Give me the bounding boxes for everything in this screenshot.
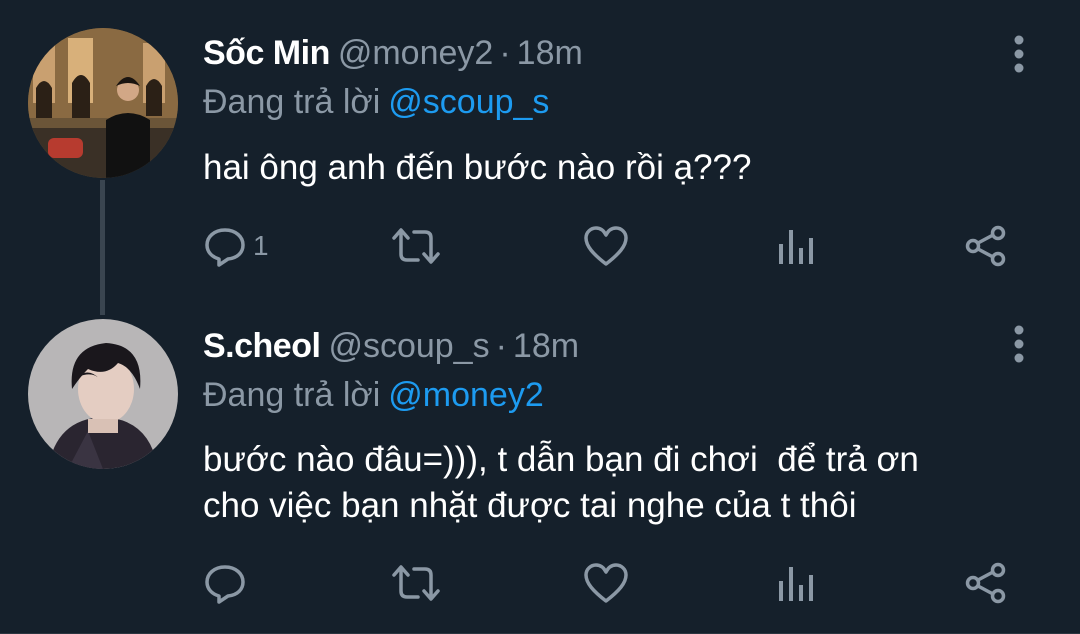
replying-to-link[interactable]: @scoup_s [388,83,549,121]
stats-icon [779,230,813,264]
timestamp[interactable]: 18m [517,34,583,72]
replying-to: Đang trả lời @scoup_s [203,80,549,124]
handle[interactable]: @scoup_s [328,327,489,365]
action-bar: 1 [0,218,1080,274]
stats-icon [779,567,813,601]
tweet-header: S.cheol @scoup_s · 18m [203,323,579,369]
replying-to-label: Đang trả lời [203,376,381,414]
share-button[interactable] [964,555,1008,611]
share-icon [965,225,1006,267]
reply-button[interactable] [203,555,253,611]
tweet[interactable]: S.cheol @scoup_s · 18m Đang trả lời @money2 … [0,315,1080,634]
tweet-text: hai ông anh đến bước nào rồi ạ??? [203,148,752,187]
reply-icon [205,565,245,604]
avatar[interactable] [28,319,178,469]
more-icon [1014,325,1024,363]
reply-button[interactable]: 1 [203,218,269,274]
more-button[interactable] [1005,320,1033,368]
avatar[interactable] [28,28,178,178]
like-icon [584,563,628,603]
analytics-button[interactable] [775,555,815,611]
separator: · [495,327,507,365]
retweet-icon [392,565,440,601]
display-name[interactable]: Sốc Min [203,34,330,72]
share-icon [965,562,1006,604]
replying-to: Đang trả lời @money2 [203,373,544,417]
separator: · [499,34,511,72]
like-icon [584,226,628,266]
retweet-button[interactable] [388,218,444,274]
timestamp[interactable]: 18m [513,327,579,365]
more-button[interactable] [1005,30,1033,78]
reply-count: 1 [253,230,269,261]
replying-to-link[interactable]: @money2 [388,376,543,414]
retweet-icon [392,228,440,264]
replying-to-label: Đang trả lời [203,83,381,121]
handle[interactable]: @money2 [338,34,493,72]
retweet-button[interactable] [388,555,444,611]
analytics-button[interactable] [775,218,815,274]
share-button[interactable] [964,218,1008,274]
action-bar [0,555,1080,611]
tweet-text: bước nào đâu=))), t dẫn bạn đi chơi để t… [203,440,919,525]
user-photo-avatar-icon [28,319,178,469]
reply-icon [205,228,245,267]
tweet[interactable]: Sốc Min @money2 · 18m Đang trả lời @scoup_s … [0,0,1080,315]
more-icon [1014,35,1024,73]
like-button[interactable] [583,555,629,611]
like-button[interactable] [583,218,629,274]
tweet-header: Sốc Min @money2 · 18m [203,30,583,76]
user-photo-avatar-icon [28,28,178,178]
display-name[interactable]: S.cheol [203,327,321,365]
